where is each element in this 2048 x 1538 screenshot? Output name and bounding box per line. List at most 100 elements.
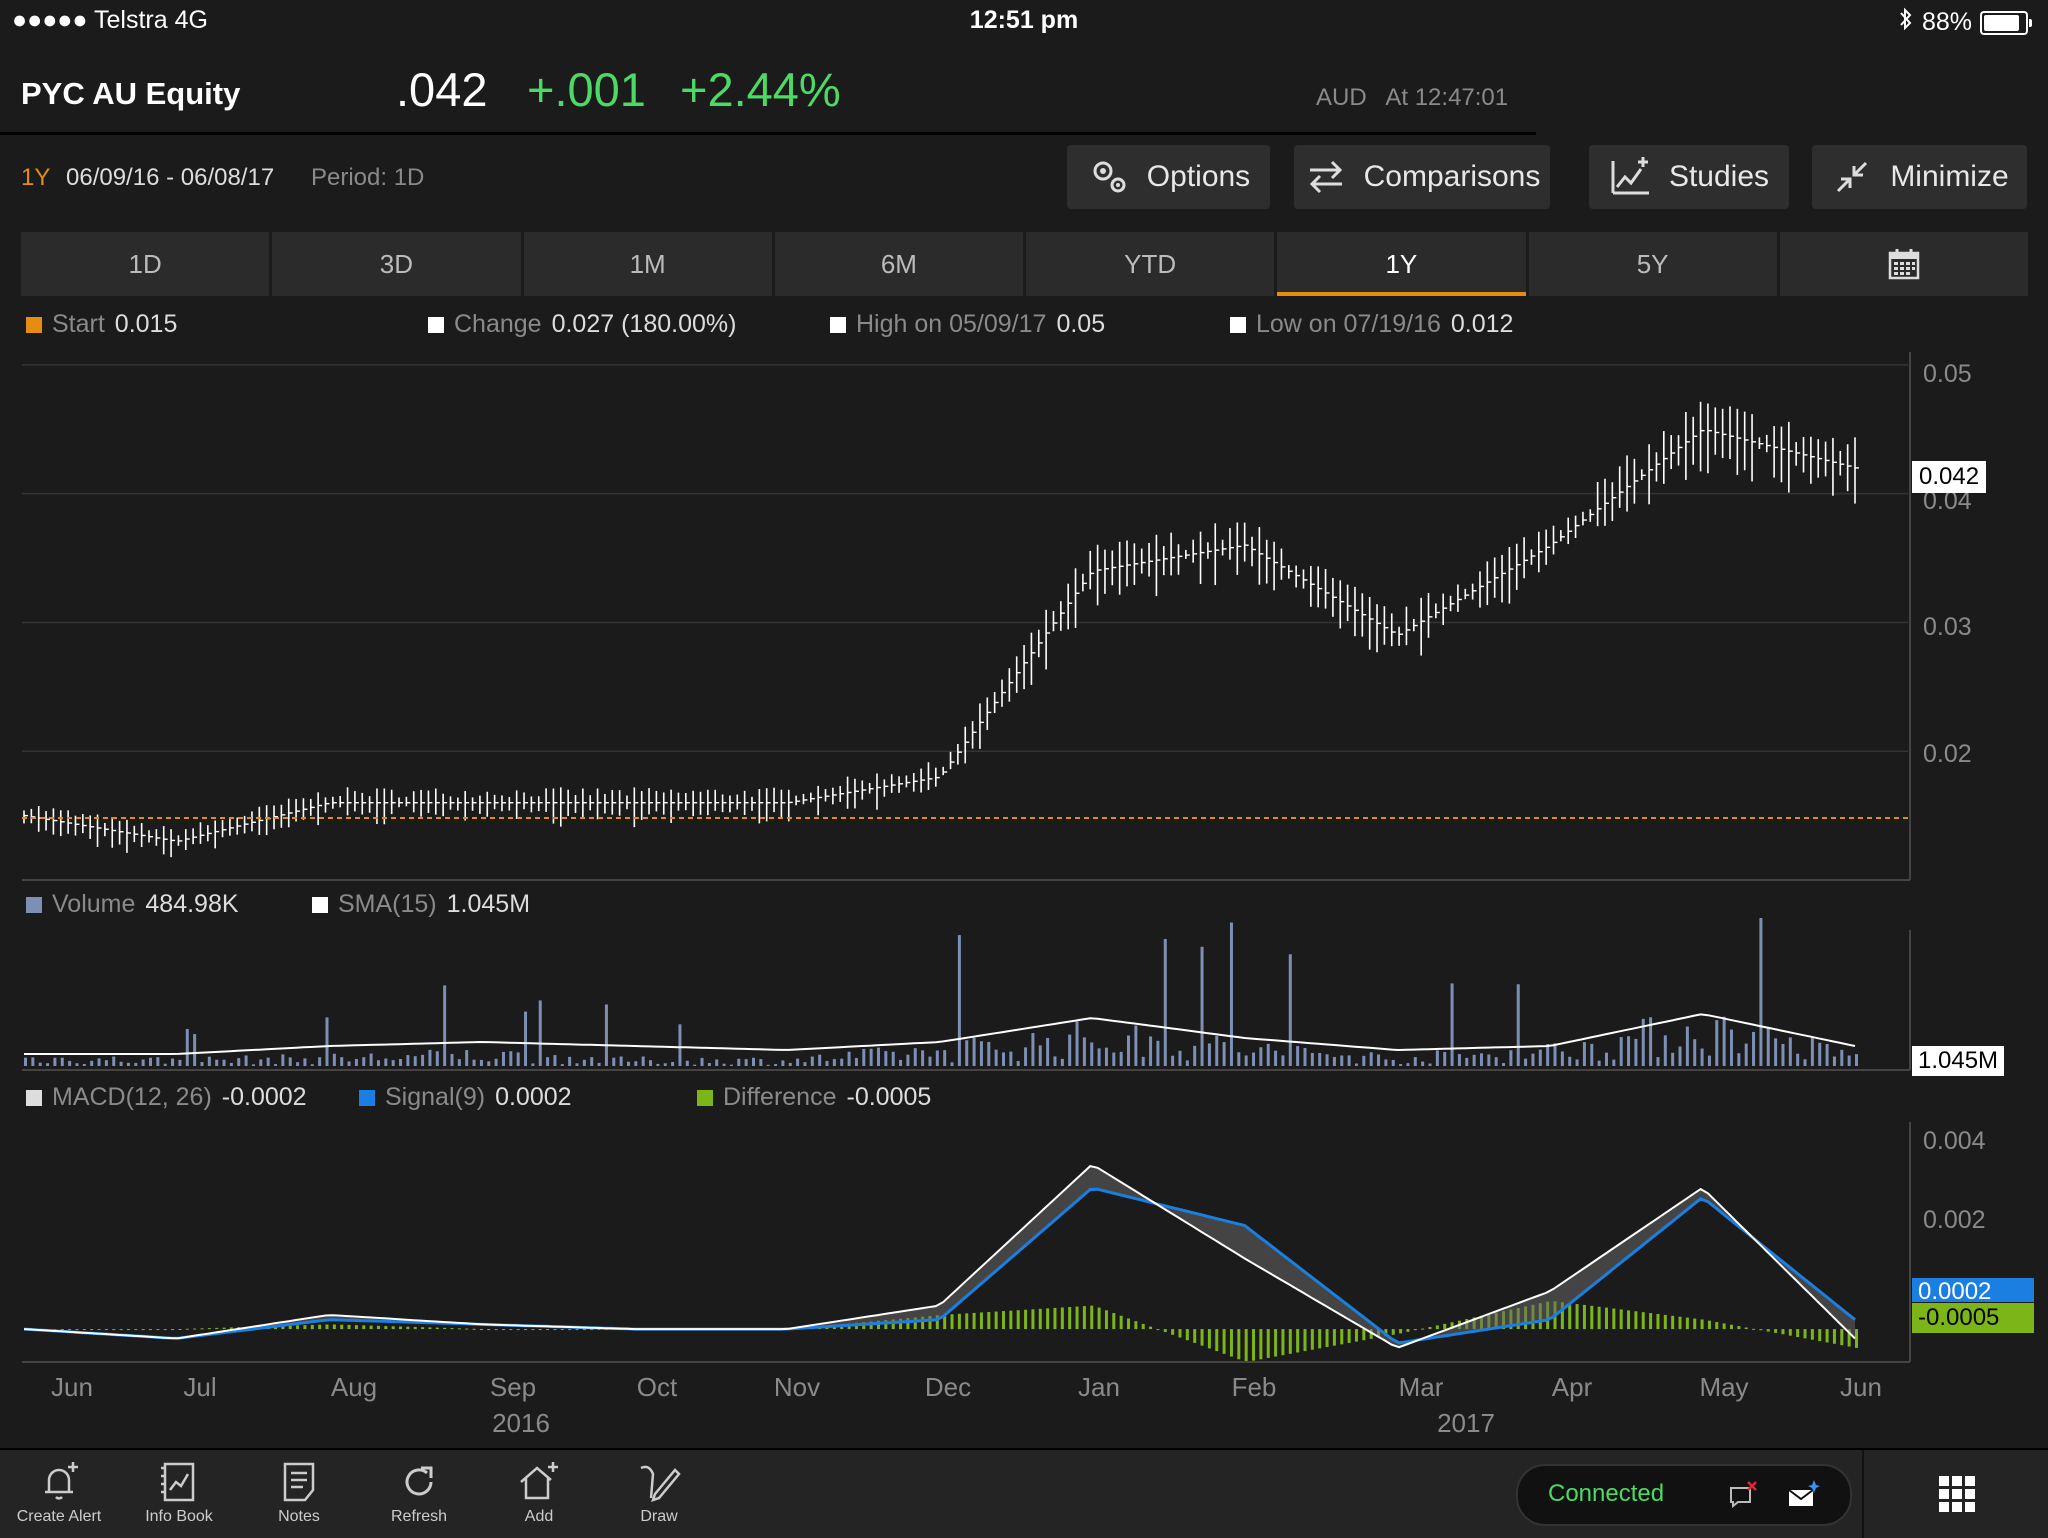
difference-bar bbox=[1193, 1329, 1197, 1343]
volume-bar bbox=[1215, 1035, 1219, 1066]
volume-bar bbox=[421, 1054, 425, 1066]
difference-bar bbox=[1612, 1308, 1616, 1330]
difference-bar bbox=[1060, 1307, 1064, 1330]
price-grid bbox=[22, 364, 1908, 752]
volume-bar bbox=[1310, 1052, 1314, 1066]
volume-bar bbox=[1362, 1055, 1366, 1066]
volume-bar bbox=[568, 1056, 572, 1066]
volume-bar bbox=[1090, 1042, 1094, 1066]
app-grid-button[interactable] bbox=[1862, 1450, 2048, 1538]
difference-bar bbox=[303, 1325, 307, 1330]
difference-bar bbox=[1840, 1329, 1844, 1346]
volume-bar bbox=[68, 1060, 72, 1066]
difference-bar bbox=[406, 1326, 410, 1330]
volume-bar bbox=[1560, 1051, 1564, 1066]
volume-bar bbox=[1082, 1037, 1086, 1066]
macd-line bbox=[23, 1165, 1856, 1349]
volume-bar bbox=[303, 1058, 307, 1066]
chart-canvas[interactable] bbox=[0, 0, 2048, 1448]
volume-bar bbox=[1766, 1027, 1770, 1066]
difference-bar bbox=[465, 1328, 469, 1330]
difference-bar bbox=[1774, 1329, 1778, 1333]
difference-bar bbox=[553, 1329, 557, 1331]
difference-bar bbox=[1112, 1313, 1116, 1330]
volume-bar bbox=[1266, 1043, 1270, 1066]
difference-bar bbox=[171, 1329, 175, 1331]
difference-bar bbox=[126, 1329, 130, 1331]
refresh-button[interactable]: Refresh bbox=[364, 1460, 474, 1526]
volume-bar bbox=[465, 1050, 469, 1066]
volume-bar bbox=[1450, 983, 1454, 1066]
volume-bar bbox=[876, 1047, 880, 1066]
difference-bar bbox=[1237, 1329, 1241, 1360]
volume-bar bbox=[1178, 1050, 1182, 1066]
volume-bar bbox=[737, 1058, 741, 1066]
difference-bar bbox=[384, 1326, 388, 1330]
volume-bar bbox=[597, 1062, 601, 1066]
xtick-jul: Jul bbox=[183, 1372, 217, 1402]
volume-bar bbox=[957, 935, 961, 1066]
difference-bar bbox=[1421, 1328, 1425, 1330]
volume-bar bbox=[516, 1052, 520, 1066]
create-alert-button[interactable]: Create Alert bbox=[4, 1460, 114, 1526]
volume-bar bbox=[1457, 1054, 1461, 1066]
volume-bar bbox=[1590, 1043, 1594, 1066]
difference-bar bbox=[1127, 1318, 1131, 1330]
volume-bar bbox=[60, 1057, 64, 1066]
difference-bar bbox=[972, 1312, 976, 1330]
difference-bar bbox=[1737, 1326, 1741, 1330]
volume-bar bbox=[1068, 1034, 1072, 1066]
volume-bar bbox=[1009, 1051, 1013, 1066]
volume-bar bbox=[1112, 1052, 1116, 1066]
volume-bar bbox=[1597, 1060, 1601, 1066]
volume-bar bbox=[1612, 1059, 1616, 1066]
volume-bar bbox=[560, 1064, 564, 1066]
volume-bar bbox=[1847, 1055, 1851, 1066]
difference-bar bbox=[1715, 1322, 1719, 1330]
difference-bar bbox=[1310, 1329, 1314, 1350]
mail-star-icon bbox=[1788, 1480, 1820, 1506]
volume-bar bbox=[1024, 1047, 1028, 1066]
add-button[interactable]: Add bbox=[484, 1460, 594, 1526]
volume-bar bbox=[46, 1063, 50, 1066]
difference-bar bbox=[1656, 1313, 1660, 1330]
volume-bar bbox=[1722, 1016, 1726, 1066]
volume-bar bbox=[259, 1059, 263, 1066]
difference-bar bbox=[979, 1312, 983, 1330]
volume-bar bbox=[1538, 1049, 1542, 1066]
connection-status[interactable]: Connected bbox=[1516, 1464, 1852, 1526]
volume-bar bbox=[97, 1058, 101, 1066]
volume-bar bbox=[1465, 1057, 1469, 1066]
volume-bar bbox=[428, 1049, 432, 1066]
volume-bar bbox=[1568, 1056, 1572, 1066]
difference-bar bbox=[1619, 1309, 1623, 1330]
volume-bar bbox=[1406, 1063, 1410, 1066]
difference-bar bbox=[1332, 1329, 1336, 1346]
difference-bar bbox=[1009, 1310, 1013, 1330]
volume-bar bbox=[1546, 1044, 1550, 1066]
difference-bar bbox=[1810, 1329, 1814, 1340]
difference-bar bbox=[207, 1328, 211, 1330]
volume-bar bbox=[296, 1062, 300, 1066]
difference-bar bbox=[340, 1324, 344, 1330]
volume-bar bbox=[266, 1057, 270, 1066]
volume-bar bbox=[1700, 1048, 1704, 1066]
difference-bar bbox=[1568, 1303, 1572, 1330]
volume-bar bbox=[1244, 1055, 1248, 1066]
info-book-label: Info Book bbox=[145, 1508, 213, 1525]
volume-bar bbox=[1818, 1042, 1822, 1066]
difference-bar bbox=[90, 1329, 94, 1331]
difference-bar bbox=[1803, 1329, 1807, 1339]
draw-button[interactable]: Draw bbox=[604, 1460, 714, 1526]
volume-bar bbox=[1053, 1056, 1057, 1066]
notes-button[interactable]: Notes bbox=[244, 1460, 354, 1526]
difference-bar bbox=[575, 1329, 579, 1331]
difference-bar bbox=[310, 1324, 314, 1330]
difference-bar bbox=[1575, 1303, 1579, 1330]
difference-bar bbox=[582, 1329, 586, 1331]
volume-bar bbox=[641, 1056, 645, 1066]
difference-bar bbox=[1582, 1304, 1586, 1330]
volume-bar bbox=[810, 1056, 814, 1066]
info-book-button[interactable]: Info Book bbox=[124, 1460, 234, 1526]
draw-label: Draw bbox=[640, 1508, 678, 1525]
